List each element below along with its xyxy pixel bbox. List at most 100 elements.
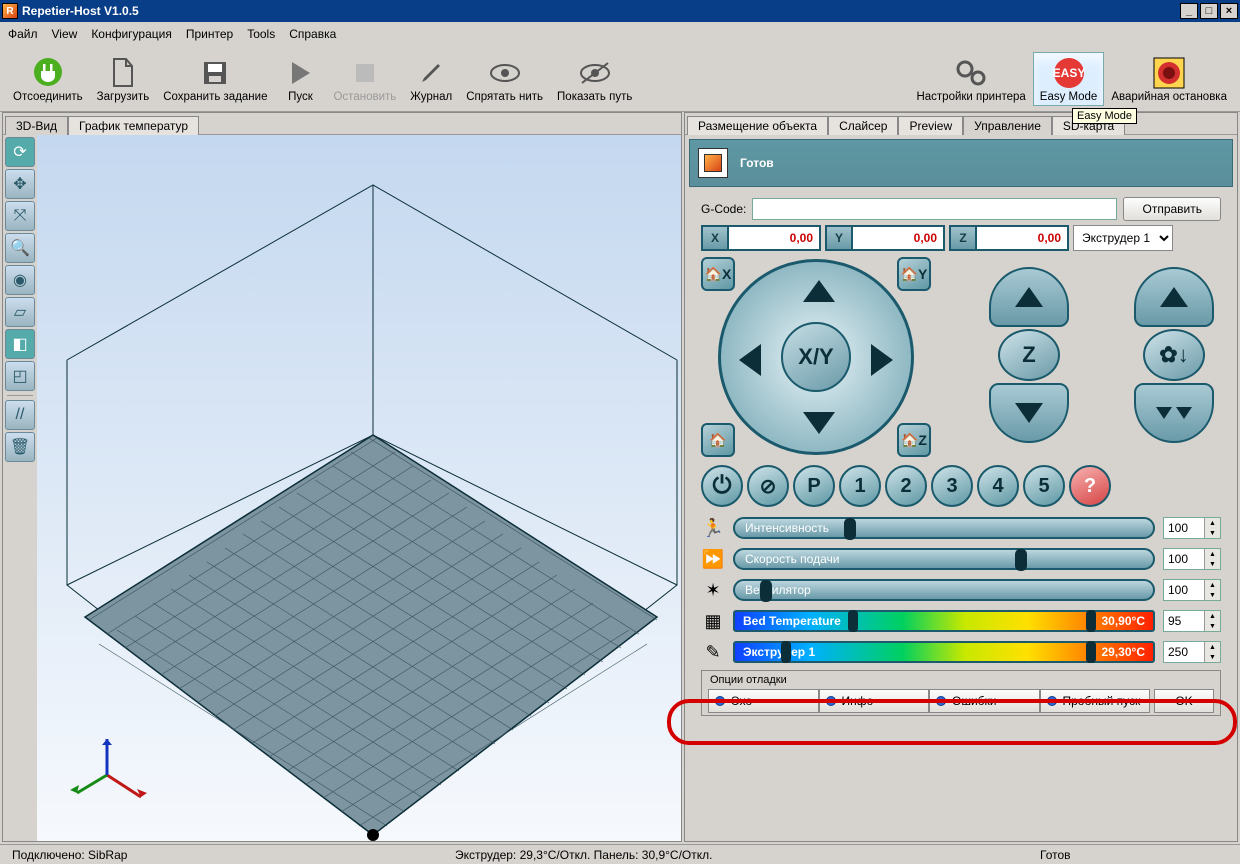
- feed-value[interactable]: ▲▼: [1163, 548, 1221, 570]
- disconnect-button[interactable]: Отсоединить: [6, 52, 90, 106]
- park-button[interactable]: P: [793, 465, 835, 507]
- tab-control[interactable]: Управление: [963, 116, 1052, 135]
- send-gcode-button[interactable]: Отправить: [1123, 197, 1221, 221]
- load-button[interactable]: Загрузить: [90, 52, 157, 106]
- fan-value[interactable]: ▲▼: [1163, 579, 1221, 601]
- xy-jog-wheel[interactable]: X/Y: [718, 259, 914, 455]
- speed-value[interactable]: ▲▼: [1163, 517, 1221, 539]
- jog-x-minus[interactable]: [739, 344, 761, 376]
- tab-3d-view[interactable]: 3D-Вид: [5, 116, 68, 135]
- fan-slider[interactable]: Вентилятор: [733, 579, 1155, 601]
- close-button[interactable]: ×: [1220, 3, 1238, 19]
- debug-echo-button[interactable]: Эхо: [708, 689, 819, 713]
- jog-y-minus[interactable]: [803, 412, 835, 434]
- extruder-select[interactable]: Экструдер 1: [1073, 225, 1173, 251]
- jog-z-minus[interactable]: [989, 383, 1069, 443]
- z-jog: Z: [982, 257, 1076, 457]
- jog-x-plus[interactable]: [871, 344, 893, 376]
- tab-slicer[interactable]: Слайсер: [828, 116, 898, 135]
- debug-info-button[interactable]: Инфо: [819, 689, 930, 713]
- coord-z[interactable]: Z0,00: [949, 225, 1069, 251]
- window-title: Repetier-Host V1.0.5: [22, 4, 139, 18]
- coord-x[interactable]: X0,00: [701, 225, 821, 251]
- tab-temp-graph[interactable]: График температур: [68, 116, 199, 135]
- extrude-button[interactable]: [1134, 383, 1214, 443]
- app-icon: R: [2, 3, 18, 19]
- home-y-button[interactable]: 🏠Y: [897, 257, 931, 291]
- home-x-button[interactable]: 🏠X: [701, 257, 735, 291]
- macro-5-button[interactable]: 5: [1023, 465, 1065, 507]
- stop-button[interactable]: Остановить: [326, 52, 403, 106]
- 3d-viewport[interactable]: [37, 135, 681, 841]
- debug-errors-button[interactable]: Ошибки: [929, 689, 1040, 713]
- menu-bar: Файл View Конфигурация Принтер Tools Спр…: [0, 22, 1240, 46]
- easy-mode-button[interactable]: EASY Easy Mode: [1033, 52, 1105, 106]
- show-path-button[interactable]: Показать путь: [550, 52, 639, 106]
- menu-printer[interactable]: Принтер: [186, 27, 233, 41]
- home-all-button[interactable]: 🏠: [701, 423, 735, 457]
- menu-file[interactable]: Файл: [8, 27, 38, 41]
- move-view-button[interactable]: ✥: [5, 169, 35, 199]
- easy-mode-tooltip: Easy Mode: [1072, 108, 1137, 124]
- gears-icon: [952, 55, 990, 91]
- debug-dryrun-button[interactable]: Пробный пуск: [1040, 689, 1151, 713]
- play-icon: [281, 55, 319, 91]
- macro-4-button[interactable]: 4: [977, 465, 1019, 507]
- maximize-button[interactable]: □: [1200, 3, 1218, 19]
- menu-help[interactable]: Справка: [289, 27, 336, 41]
- clear-button[interactable]: 🗑: [5, 432, 35, 462]
- minimize-button[interactable]: _: [1180, 3, 1198, 19]
- feed-slider[interactable]: Скорость подачи: [733, 548, 1155, 570]
- jog-z-plus[interactable]: [989, 267, 1069, 327]
- extruder-jog: ✿↓: [1127, 257, 1221, 457]
- pencil-icon: [412, 55, 450, 91]
- save-job-button[interactable]: Сохранить задание: [156, 52, 274, 106]
- status-temps: Экструдер: 29,3°C/Откл. Панель: 30,9°C/О…: [173, 848, 994, 862]
- right-pane: Размещение объекта Слайсер Preview Управ…: [684, 112, 1238, 842]
- zoom-button[interactable]: 🔍: [5, 233, 35, 263]
- bed-temp-slider[interactable]: Bed Temperature 30,90°C: [733, 610, 1155, 632]
- menu-tools[interactable]: Tools: [247, 27, 275, 41]
- log-button[interactable]: Журнал: [403, 52, 459, 106]
- hide-filament-button[interactable]: Спрятать нить: [459, 52, 550, 106]
- tab-object-placement[interactable]: Размещение объекта: [687, 116, 828, 135]
- fit-button[interactable]: ◉: [5, 265, 35, 295]
- gcode-input[interactable]: [752, 198, 1117, 220]
- macro-3-button[interactable]: 3: [931, 465, 973, 507]
- macro-2-button[interactable]: 2: [885, 465, 927, 507]
- power-button[interactable]: ⏻: [701, 465, 743, 507]
- coord-y[interactable]: Y0,00: [825, 225, 945, 251]
- macro-1-button[interactable]: 1: [839, 465, 881, 507]
- iso-view-button[interactable]: ◧: [5, 329, 35, 359]
- front-view-button[interactable]: ◰: [5, 361, 35, 391]
- bed-temp-value[interactable]: ▲▼: [1163, 610, 1221, 632]
- extruder-temp-value[interactable]: ▲▼: [1163, 641, 1221, 663]
- parallel-button[interactable]: //: [5, 400, 35, 430]
- top-view-button[interactable]: ▱: [5, 297, 35, 327]
- menu-view[interactable]: View: [52, 27, 78, 41]
- printer-settings-button[interactable]: Настройки принтера: [909, 52, 1032, 106]
- home-z-button[interactable]: 🏠Z: [897, 423, 931, 457]
- move-object-button[interactable]: ⤧: [5, 201, 35, 231]
- debug-ok-button[interactable]: OK: [1154, 689, 1214, 713]
- xy-center: X/Y: [781, 322, 851, 392]
- left-pane: 3D-Вид График температур ⟳ ✥ ⤧ 🔍 ◉ ▱ ◧ ◰…: [2, 112, 682, 842]
- main-toolbar: Отсоединить Загрузить Сохранить задание …: [0, 46, 1240, 112]
- run-button[interactable]: Пуск: [274, 52, 326, 106]
- jog-y-plus[interactable]: [803, 280, 835, 302]
- speed-icon: 🏃: [701, 518, 725, 539]
- stop-icon: [346, 55, 384, 91]
- extruder-temp-slider[interactable]: Экструдер 1 29,30°C: [733, 641, 1155, 663]
- feed-icon: ⏩: [701, 549, 725, 570]
- svg-text:EASY: EASY: [1052, 66, 1085, 80]
- motors-off-button[interactable]: ⊘: [747, 465, 789, 507]
- tab-preview[interactable]: Preview: [898, 116, 963, 135]
- menu-config[interactable]: Конфигурация: [91, 27, 172, 41]
- rotate-view-button[interactable]: ⟳: [5, 137, 35, 167]
- speed-slider[interactable]: Интенсивность: [733, 517, 1155, 539]
- estop-icon: [1150, 55, 1188, 91]
- emergency-stop-button[interactable]: Аварийная остановка: [1104, 52, 1234, 106]
- help-button[interactable]: ?: [1069, 465, 1111, 507]
- retract-button[interactable]: [1134, 267, 1214, 327]
- xy-jog: 🏠X 🏠Y 🏠 🏠Z X/Y: [701, 257, 931, 457]
